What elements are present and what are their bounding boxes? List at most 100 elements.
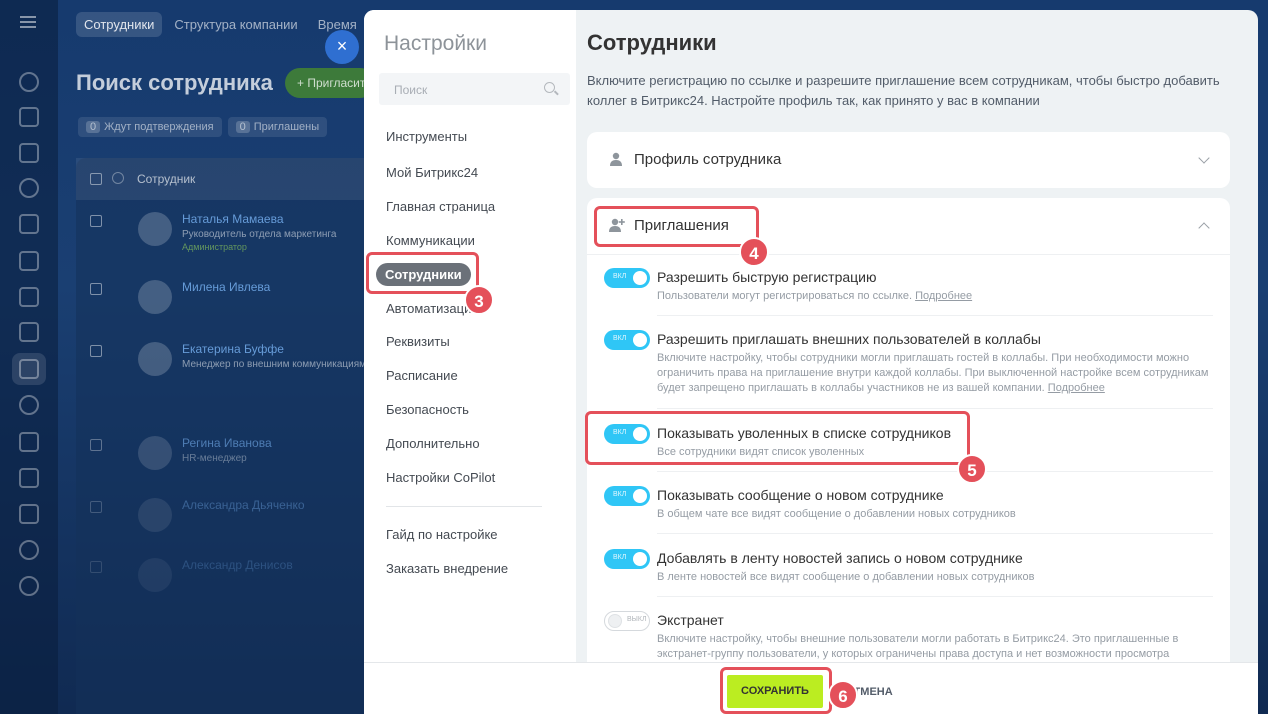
news-feed-post-toggle[interactable]: ВКЛ <box>604 549 650 569</box>
option-title: Разрешить быструю регистрацию <box>657 269 877 285</box>
employee-position: Руководитель отдела маркетинга <box>182 229 337 240</box>
employee-name[interactable]: Екатерина Буффе <box>182 342 284 356</box>
option-description: Включите настройку, чтобы внешние пользо… <box>657 633 1179 660</box>
check-icon[interactable] <box>19 287 39 307</box>
table-row[interactable]: Александра Дьяченко <box>76 498 396 558</box>
sidebar-title: Настройки <box>384 32 487 55</box>
settings-search-input[interactable]: Поиск <box>379 73 570 105</box>
invite-external-collabs-toggle[interactable]: ВКЛ <box>604 330 650 350</box>
pulse-icon[interactable] <box>19 72 39 92</box>
sidebar-item-requisites[interactable]: Реквизиты <box>386 334 450 349</box>
employee-name[interactable]: Александра Дьяченко <box>182 498 305 512</box>
bg-page-title: Поиск сотрудника <box>76 70 273 95</box>
calendar-icon[interactable] <box>19 322 39 342</box>
employee-name[interactable]: Регина Иванова <box>182 436 272 450</box>
step-badge-3: 3 <box>464 285 494 315</box>
docs-icon[interactable] <box>19 214 39 234</box>
highlight-show-fired-option <box>585 411 970 465</box>
sidebar-item-setup-guide[interactable]: Гайд по настройке <box>386 527 498 542</box>
row-checkbox[interactable] <box>90 561 102 573</box>
highlight-employees-item <box>366 252 479 294</box>
bg-invite-button[interactable]: + Пригласить <box>285 68 375 98</box>
sidebar-item-main-page[interactable]: Главная страница <box>386 199 495 214</box>
toggle-knob <box>633 271 647 285</box>
sidebar-item-copilot[interactable]: Настройки CoPilot <box>386 470 495 485</box>
employee-name[interactable]: Наталья Мамаева <box>182 212 284 226</box>
toggle-knob <box>633 489 647 503</box>
option-desc-text: Включите настройку, чтобы сотрудники мог… <box>657 352 1209 394</box>
bg-column-label: Сотрудник <box>137 172 196 186</box>
sidebar-item-order-implementation[interactable]: Заказать внедрение <box>386 561 508 576</box>
close-slider-button[interactable]: × <box>325 30 359 64</box>
marketplace-icon[interactable] <box>19 576 39 596</box>
table-row[interactable]: Екатерина Буффе Менеджер по внешним комм… <box>76 342 396 402</box>
user-icon <box>610 152 622 166</box>
bg-table-header: Сотрудник <box>76 158 396 200</box>
table-row[interactable]: Александр Денисов <box>76 558 396 618</box>
sidebar-item-security[interactable]: Безопасность <box>386 402 469 417</box>
employee-name[interactable]: Александр Денисов <box>182 558 293 572</box>
table-row[interactable]: Регина Иванова HR-менеджер <box>76 436 396 496</box>
option-title: Показывать сообщение о новом сотруднике <box>657 487 944 503</box>
option-description: Включите настройку, чтобы сотрудники мог… <box>657 351 1217 396</box>
robot-icon[interactable] <box>19 395 39 415</box>
sidebar-item-communications[interactable]: Коммуникации <box>386 233 475 248</box>
bg-counter-value: 0 <box>235 121 250 133</box>
new-employee-message-toggle[interactable]: ВКЛ <box>604 486 650 506</box>
analytics-icon[interactable] <box>19 540 39 560</box>
sidebar-item-schedule[interactable]: Расписание <box>386 368 458 383</box>
profile-section[interactable]: Профиль сотрудника <box>587 132 1230 188</box>
gear-icon[interactable] <box>112 172 124 184</box>
toggle-knob <box>633 552 647 566</box>
toggle-label: ВКЛ <box>613 491 627 498</box>
more-link[interactable]: Подробнее <box>915 290 972 302</box>
page-description: Включите регистрацию по ссылке и разреши… <box>587 73 1220 108</box>
sign-icon[interactable] <box>19 251 39 271</box>
row-checkbox[interactable] <box>90 283 102 295</box>
chat-icon[interactable] <box>19 143 39 163</box>
bg-tabs: Сотрудники Структура компании Время <box>76 12 365 37</box>
crm-icon[interactable] <box>19 178 39 198</box>
option-desc-text: Пользователи могут регистрироваться по с… <box>657 290 913 302</box>
avatar <box>138 342 172 376</box>
toggle-label: ВКЛ <box>613 273 627 280</box>
shop-icon[interactable] <box>19 504 39 524</box>
chevron-up-icon[interactable] <box>1198 222 1210 234</box>
employee-name[interactable]: Милена Ивлева <box>182 280 270 294</box>
row-checkbox[interactable] <box>90 501 102 513</box>
extranet-toggle[interactable]: ВЫКЛ <box>604 611 650 631</box>
mail-icon[interactable] <box>19 468 39 488</box>
sidebar-item-my-bitrix[interactable]: Мой Битрикс24 <box>386 165 478 180</box>
bg-tab-structure[interactable]: Структура компании <box>166 12 305 37</box>
profile-section-header[interactable]: Профиль сотрудника <box>587 132 1230 188</box>
bg-counters: 0 Ждут подтверждения 0 Приглашены <box>78 117 328 137</box>
row-checkbox[interactable] <box>90 345 102 357</box>
option-description: Пользователи могут регистрироваться по с… <box>657 289 1217 304</box>
employees-icon[interactable] <box>19 359 39 379</box>
option-title: Экстранет <box>657 612 724 628</box>
toggle-label: ВКЛ <box>613 554 627 561</box>
quick-registration-toggle[interactable]: ВКЛ <box>604 268 650 288</box>
option-divider <box>657 408 1213 409</box>
chevron-down-icon[interactable] <box>1198 152 1210 164</box>
section-divider <box>587 254 1230 255</box>
bg-counter-pending[interactable]: 0 Ждут подтверждения <box>78 117 222 137</box>
more-link[interactable]: Подробнее <box>1048 382 1105 394</box>
bg-tab-employees[interactable]: Сотрудники <box>76 12 163 37</box>
select-all-checkbox[interactable] <box>90 173 102 185</box>
sidebar-item-tools[interactable]: Инструменты <box>386 129 467 144</box>
table-row[interactable]: Наталья Мамаева Руководитель отдела марк… <box>76 212 396 272</box>
option-divider <box>657 533 1213 534</box>
option-divider <box>657 596 1213 597</box>
toggle-knob <box>608 614 622 628</box>
row-checkbox[interactable] <box>90 439 102 451</box>
sidebar-divider <box>386 506 542 507</box>
search-placeholder: Поиск <box>394 83 428 97</box>
row-checkbox[interactable] <box>90 215 102 227</box>
filter-icon[interactable] <box>19 432 39 452</box>
menu-icon[interactable] <box>20 16 36 28</box>
table-row[interactable]: Милена Ивлева <box>76 280 396 340</box>
bg-counter-invited[interactable]: 0 Приглашены <box>227 117 328 137</box>
tasks-icon[interactable] <box>19 107 39 127</box>
sidebar-item-additional[interactable]: Дополнительно <box>386 436 480 451</box>
